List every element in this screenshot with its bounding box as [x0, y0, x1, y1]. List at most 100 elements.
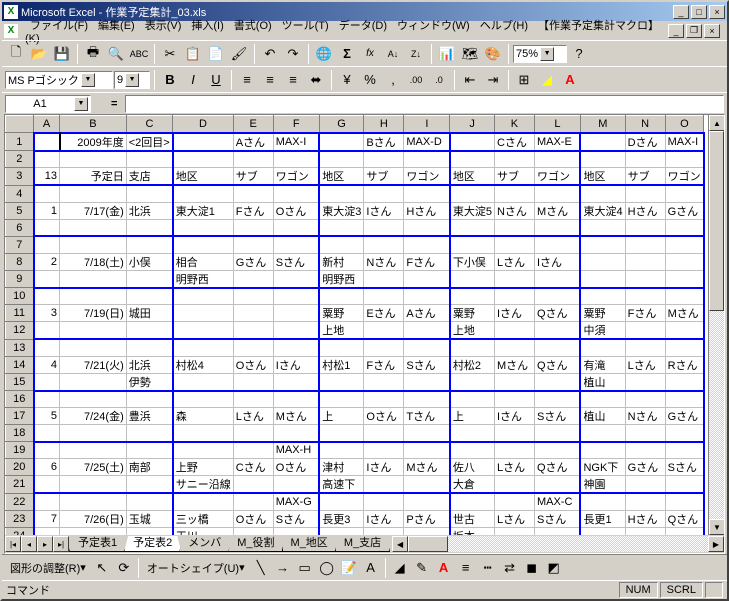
cell[interactable]: [60, 219, 127, 236]
cell[interactable]: [233, 476, 273, 494]
cell[interactable]: 植山: [580, 373, 625, 391]
cell[interactable]: 東大淀4: [580, 202, 625, 219]
cell[interactable]: 村松4: [173, 356, 234, 373]
scroll-down-icon[interactable]: ▼: [709, 519, 724, 535]
cell[interactable]: [126, 236, 172, 253]
cell[interactable]: Lさん: [494, 253, 534, 270]
cell[interactable]: 1: [34, 202, 60, 219]
wordart-icon[interactable]: A: [360, 557, 382, 579]
cell[interactable]: [494, 219, 534, 236]
cell[interactable]: Oさん: [233, 356, 273, 373]
cell[interactable]: Mさん: [534, 202, 580, 219]
cell[interactable]: [173, 219, 234, 236]
cell[interactable]: [534, 527, 580, 535]
cell[interactable]: [450, 425, 495, 442]
cell[interactable]: 村松2: [450, 356, 495, 373]
cell[interactable]: Qさん: [534, 356, 580, 373]
col-header[interactable]: J: [450, 116, 495, 133]
row-header[interactable]: 11: [6, 305, 34, 322]
menu-item[interactable]: 挿入(I): [186, 18, 228, 34]
cell[interactable]: Mさん: [404, 459, 450, 476]
cell[interactable]: [450, 391, 495, 408]
cell[interactable]: [364, 476, 404, 494]
cell[interactable]: [625, 425, 665, 442]
cell[interactable]: [450, 185, 495, 202]
cell[interactable]: [273, 236, 319, 253]
cell[interactable]: [233, 151, 273, 168]
col-header[interactable]: I: [404, 116, 450, 133]
col-header[interactable]: K: [494, 116, 534, 133]
cell[interactable]: MAX-G: [273, 493, 319, 510]
cell[interactable]: [273, 527, 319, 535]
scroll-left-icon[interactable]: ◀: [392, 536, 408, 552]
cell[interactable]: [173, 493, 234, 510]
cell[interactable]: 5: [34, 408, 60, 425]
cell[interactable]: [173, 391, 234, 408]
cell[interactable]: Iさん: [494, 408, 534, 425]
cell[interactable]: [233, 288, 273, 305]
cell[interactable]: 森: [173, 408, 234, 425]
cell[interactable]: Qさん: [665, 510, 704, 527]
row-header[interactable]: 1: [6, 133, 34, 151]
cell[interactable]: [665, 270, 704, 288]
cell[interactable]: Iさん: [273, 356, 319, 373]
cell[interactable]: [273, 185, 319, 202]
cell[interactable]: 7: [34, 510, 60, 527]
cell[interactable]: Gさん: [233, 253, 273, 270]
cell[interactable]: [450, 288, 495, 305]
cell[interactable]: Aさん: [404, 305, 450, 322]
col-header[interactable]: D: [173, 116, 234, 133]
cell[interactable]: [580, 425, 625, 442]
cell[interactable]: Hさん: [404, 202, 450, 219]
col-header[interactable]: O: [665, 116, 704, 133]
cell[interactable]: 植山: [580, 408, 625, 425]
cell[interactable]: [319, 425, 364, 442]
cell[interactable]: [625, 322, 665, 340]
menu-item[interactable]: 表示(V): [140, 18, 187, 34]
function-icon[interactable]: fx: [359, 43, 381, 65]
row-header[interactable]: 22: [6, 493, 34, 510]
cell[interactable]: [34, 185, 60, 202]
cell[interactable]: [404, 476, 450, 494]
cell[interactable]: Mさん: [273, 408, 319, 425]
cell[interactable]: Iさん: [364, 510, 404, 527]
menu-item[interactable]: 編集(E): [93, 18, 140, 34]
cell[interactable]: [319, 442, 364, 459]
cell[interactable]: 中須: [580, 322, 625, 340]
font-color-icon[interactable]: A: [559, 69, 581, 91]
cell[interactable]: [580, 151, 625, 168]
cell[interactable]: [364, 236, 404, 253]
name-box[interactable]: A1▼: [5, 95, 91, 113]
cell[interactable]: [494, 236, 534, 253]
cell[interactable]: [273, 476, 319, 494]
cell[interactable]: [60, 493, 127, 510]
cell[interactable]: [404, 391, 450, 408]
cell[interactable]: MAX-I: [273, 133, 319, 151]
cell[interactable]: [404, 185, 450, 202]
cell[interactable]: Sさん: [404, 356, 450, 373]
cell[interactable]: Nさん: [364, 253, 404, 270]
cell[interactable]: サブ: [625, 168, 665, 186]
cell[interactable]: ワゴン: [404, 168, 450, 186]
cell[interactable]: Nさん: [625, 408, 665, 425]
cell[interactable]: [173, 185, 234, 202]
col-header[interactable]: F: [273, 116, 319, 133]
cell[interactable]: [534, 185, 580, 202]
row-header[interactable]: 8: [6, 253, 34, 270]
cell[interactable]: [364, 442, 404, 459]
cell[interactable]: 6: [34, 459, 60, 476]
sort-asc-icon[interactable]: A↓: [382, 43, 404, 65]
fill-icon[interactable]: ◢: [389, 557, 411, 579]
cell[interactable]: [364, 391, 404, 408]
autoshapes-menu[interactable]: オートシェイプ(U) ▾: [142, 557, 250, 579]
cell[interactable]: [273, 391, 319, 408]
cell[interactable]: [319, 493, 364, 510]
cell[interactable]: Mさん: [494, 356, 534, 373]
underline-icon[interactable]: U: [205, 69, 227, 91]
cell[interactable]: 玉川: [173, 527, 234, 535]
col-header[interactable]: M: [580, 116, 625, 133]
cell[interactable]: [364, 373, 404, 391]
cell[interactable]: [126, 151, 172, 168]
cell[interactable]: [364, 185, 404, 202]
cell[interactable]: Rさん: [665, 356, 704, 373]
